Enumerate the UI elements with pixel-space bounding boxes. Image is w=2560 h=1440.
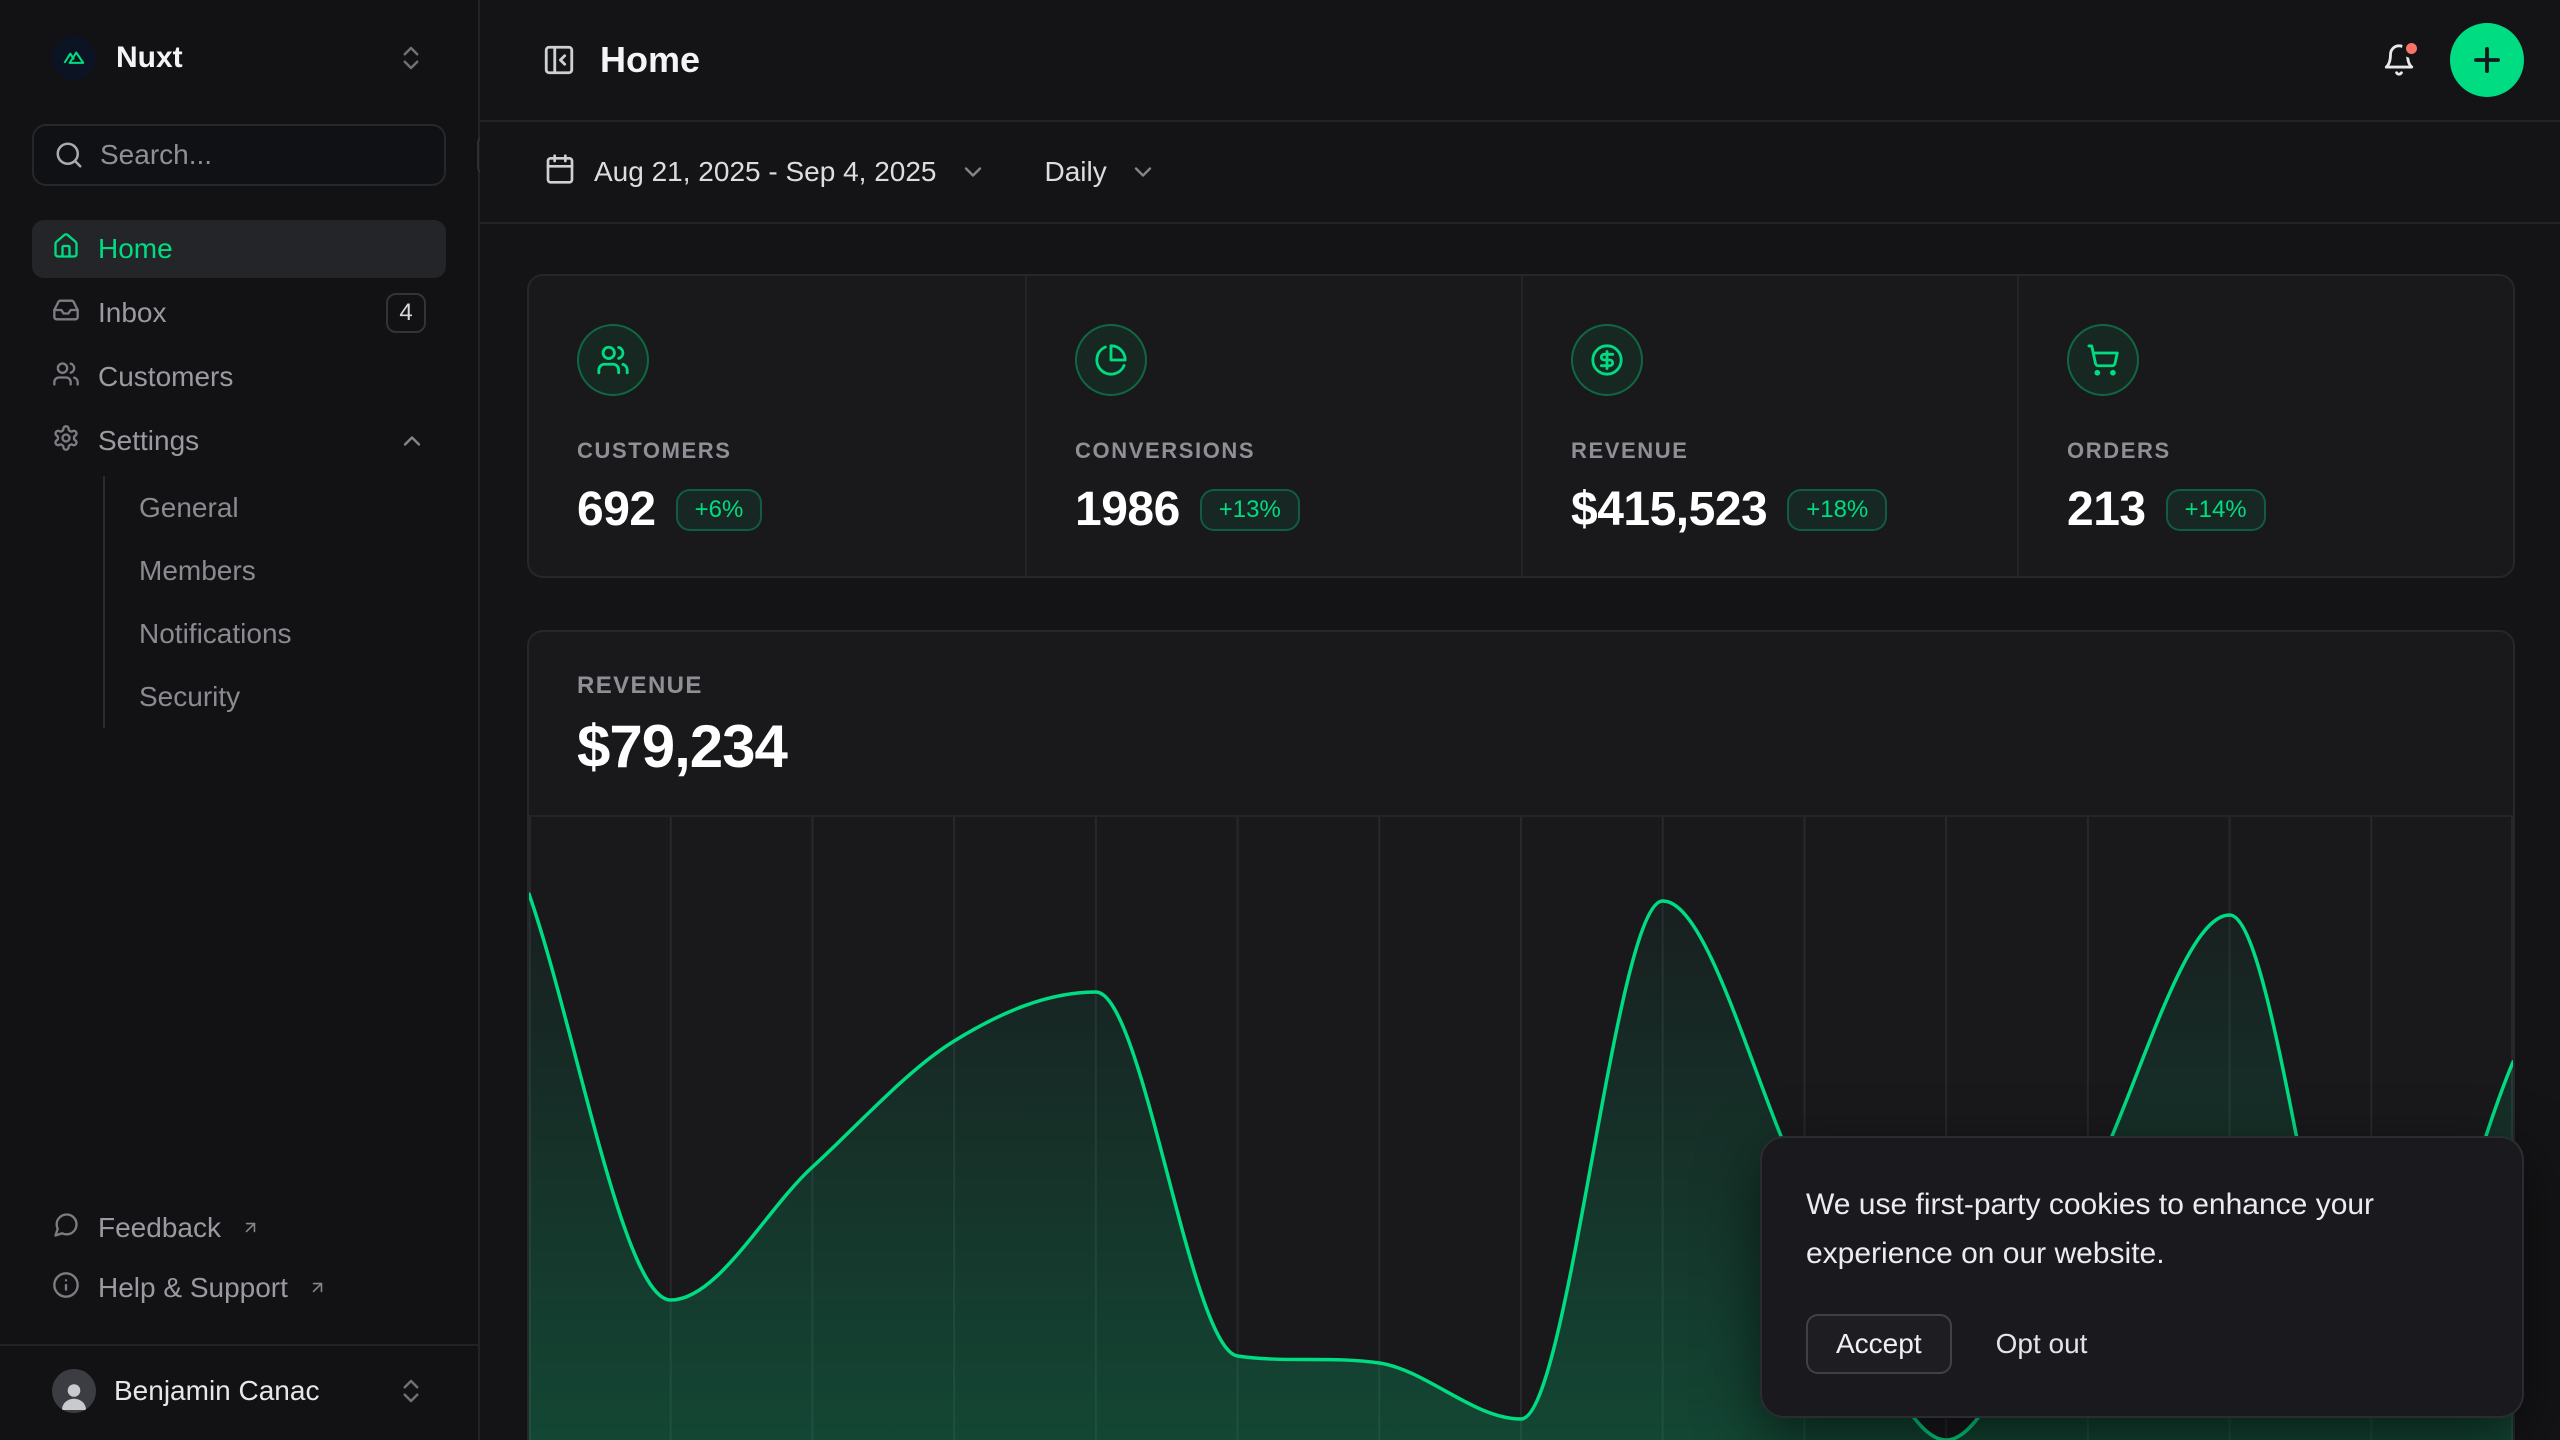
gear-icon [52,424,80,459]
stat-customers[interactable]: CUSTOMERS 692 +6% [529,276,1025,576]
sidebar-item-security[interactable]: Security [105,665,446,728]
search-input[interactable] [100,139,461,171]
info-circle-icon [52,1271,80,1306]
page-header: Home [480,0,2560,122]
stat-label: CUSTOMERS [577,438,977,464]
calendar-icon [544,153,576,192]
search-icon [54,140,84,170]
chevrons-up-down-icon [396,43,426,73]
page-title: Home [600,39,700,81]
sidebar: Nuxt ⌘ K Home [0,0,480,1440]
stat-label: ORDERS [2067,438,2465,464]
sidebar-item-members[interactable]: Members [105,539,446,602]
arrow-up-right-icon [241,1212,260,1244]
sidebar-item-label: Home [98,233,173,265]
user-section: Benjamin Canac [0,1344,478,1440]
subnav-label: Notifications [139,618,292,650]
shopping-cart-icon [2067,324,2139,396]
date-range-picker[interactable]: Aug 21, 2025 - Sep 4, 2025 [544,153,987,192]
subnav-label: Members [139,555,256,587]
chevrons-up-down-icon [396,1376,426,1406]
sidebar-footer: Feedback Help & Support [0,1198,478,1344]
sidebar-item-home[interactable]: Home [32,220,446,278]
period-value: Daily [1045,156,1107,188]
sidebar-collapse-button[interactable] [542,43,576,77]
stats-card: CUSTOMERS 692 +6% CONVERSIONS 1986 +13% [527,274,2515,578]
revenue-chart-total: $79,234 [577,712,2465,781]
stat-delta-badge: +6% [676,489,763,531]
stat-conversions[interactable]: CONVERSIONS 1986 +13% [1025,276,1521,576]
circle-dollar-icon [1571,324,1643,396]
sidebar-item-label: Inbox [98,297,167,329]
sidebar-item-label: Settings [98,425,199,457]
sidebar-nav: Home Inbox 4 Customers [32,220,446,728]
feedback-link[interactable]: Feedback [32,1198,446,1258]
sidebar-item-inbox[interactable]: Inbox 4 [32,284,446,342]
help-support-link[interactable]: Help & Support [32,1258,446,1318]
stat-label: REVENUE [1571,438,1969,464]
sidebar-item-notifications[interactable]: Notifications [105,602,446,665]
date-range-value: Aug 21, 2025 - Sep 4, 2025 [594,156,937,188]
cookie-banner: We use first-party cookies to enhance yo… [1760,1136,2524,1418]
help-support-label: Help & Support [98,1272,288,1304]
dashboard-content: CUSTOMERS 692 +6% CONVERSIONS 1986 +13% [480,224,2560,1440]
inbox-icon [52,296,80,331]
sidebar-item-label: Customers [98,361,233,393]
plus-icon [2468,41,2506,79]
stat-revenue[interactable]: REVENUE $415,523 +18% [1521,276,2017,576]
home-icon [52,232,80,267]
notifications-button[interactable] [2382,43,2416,77]
users-icon [577,324,649,396]
subnav-label: General [139,492,239,524]
chevron-down-icon [959,158,987,186]
stat-label: CONVERSIONS [1075,438,1473,464]
stat-delta-badge: +18% [1787,489,1887,531]
sidebar-item-general[interactable]: General [105,476,446,539]
nuxt-logo-icon [52,36,96,80]
cookie-accept-button[interactable]: Accept [1806,1314,1952,1374]
chevron-down-icon [1129,158,1157,186]
stat-value: 692 [577,482,656,537]
workspace-selector[interactable]: Nuxt [32,30,446,86]
filters-bar: Aug 21, 2025 - Sep 4, 2025 Daily [480,122,2560,224]
user-name: Benjamin Canac [114,1375,378,1407]
message-circle-icon [52,1211,80,1246]
user-menu[interactable]: Benjamin Canac [32,1360,446,1422]
cookie-optout-button[interactable]: Opt out [1996,1328,2088,1360]
stat-delta-badge: +13% [1200,489,1300,531]
subnav-label: Security [139,681,240,713]
stat-orders[interactable]: ORDERS 213 +14% [2017,276,2513,576]
workspace-name: Nuxt [116,41,376,75]
stat-value: 213 [2067,482,2146,537]
avatar [52,1369,96,1413]
main-area: Home Aug 21, 2025 - Sep 4, 2025 [480,0,2560,1440]
arrow-up-right-icon [308,1272,327,1304]
stat-value: $415,523 [1571,482,1767,537]
sidebar-item-customers[interactable]: Customers [32,348,446,406]
sidebar-item-settings[interactable]: Settings [32,412,446,470]
chevron-up-icon [398,427,426,455]
app-root: Nuxt ⌘ K Home [0,0,2560,1440]
pie-chart-icon [1075,324,1147,396]
unread-notification-dot [2402,39,2421,58]
stat-delta-badge: +14% [2166,489,2266,531]
add-button[interactable] [2450,23,2524,97]
period-select[interactable]: Daily [1045,156,1157,188]
users-icon [52,360,80,395]
revenue-chart-label: REVENUE [577,672,2465,700]
settings-subnav: General Members Notifications Security [103,476,446,728]
stat-value: 1986 [1075,482,1180,537]
inbox-count-badge: 4 [386,293,426,333]
search-input-container[interactable]: ⌘ K [32,124,446,186]
feedback-label: Feedback [98,1212,221,1244]
cookie-message: We use first-party cookies to enhance yo… [1806,1180,2446,1278]
